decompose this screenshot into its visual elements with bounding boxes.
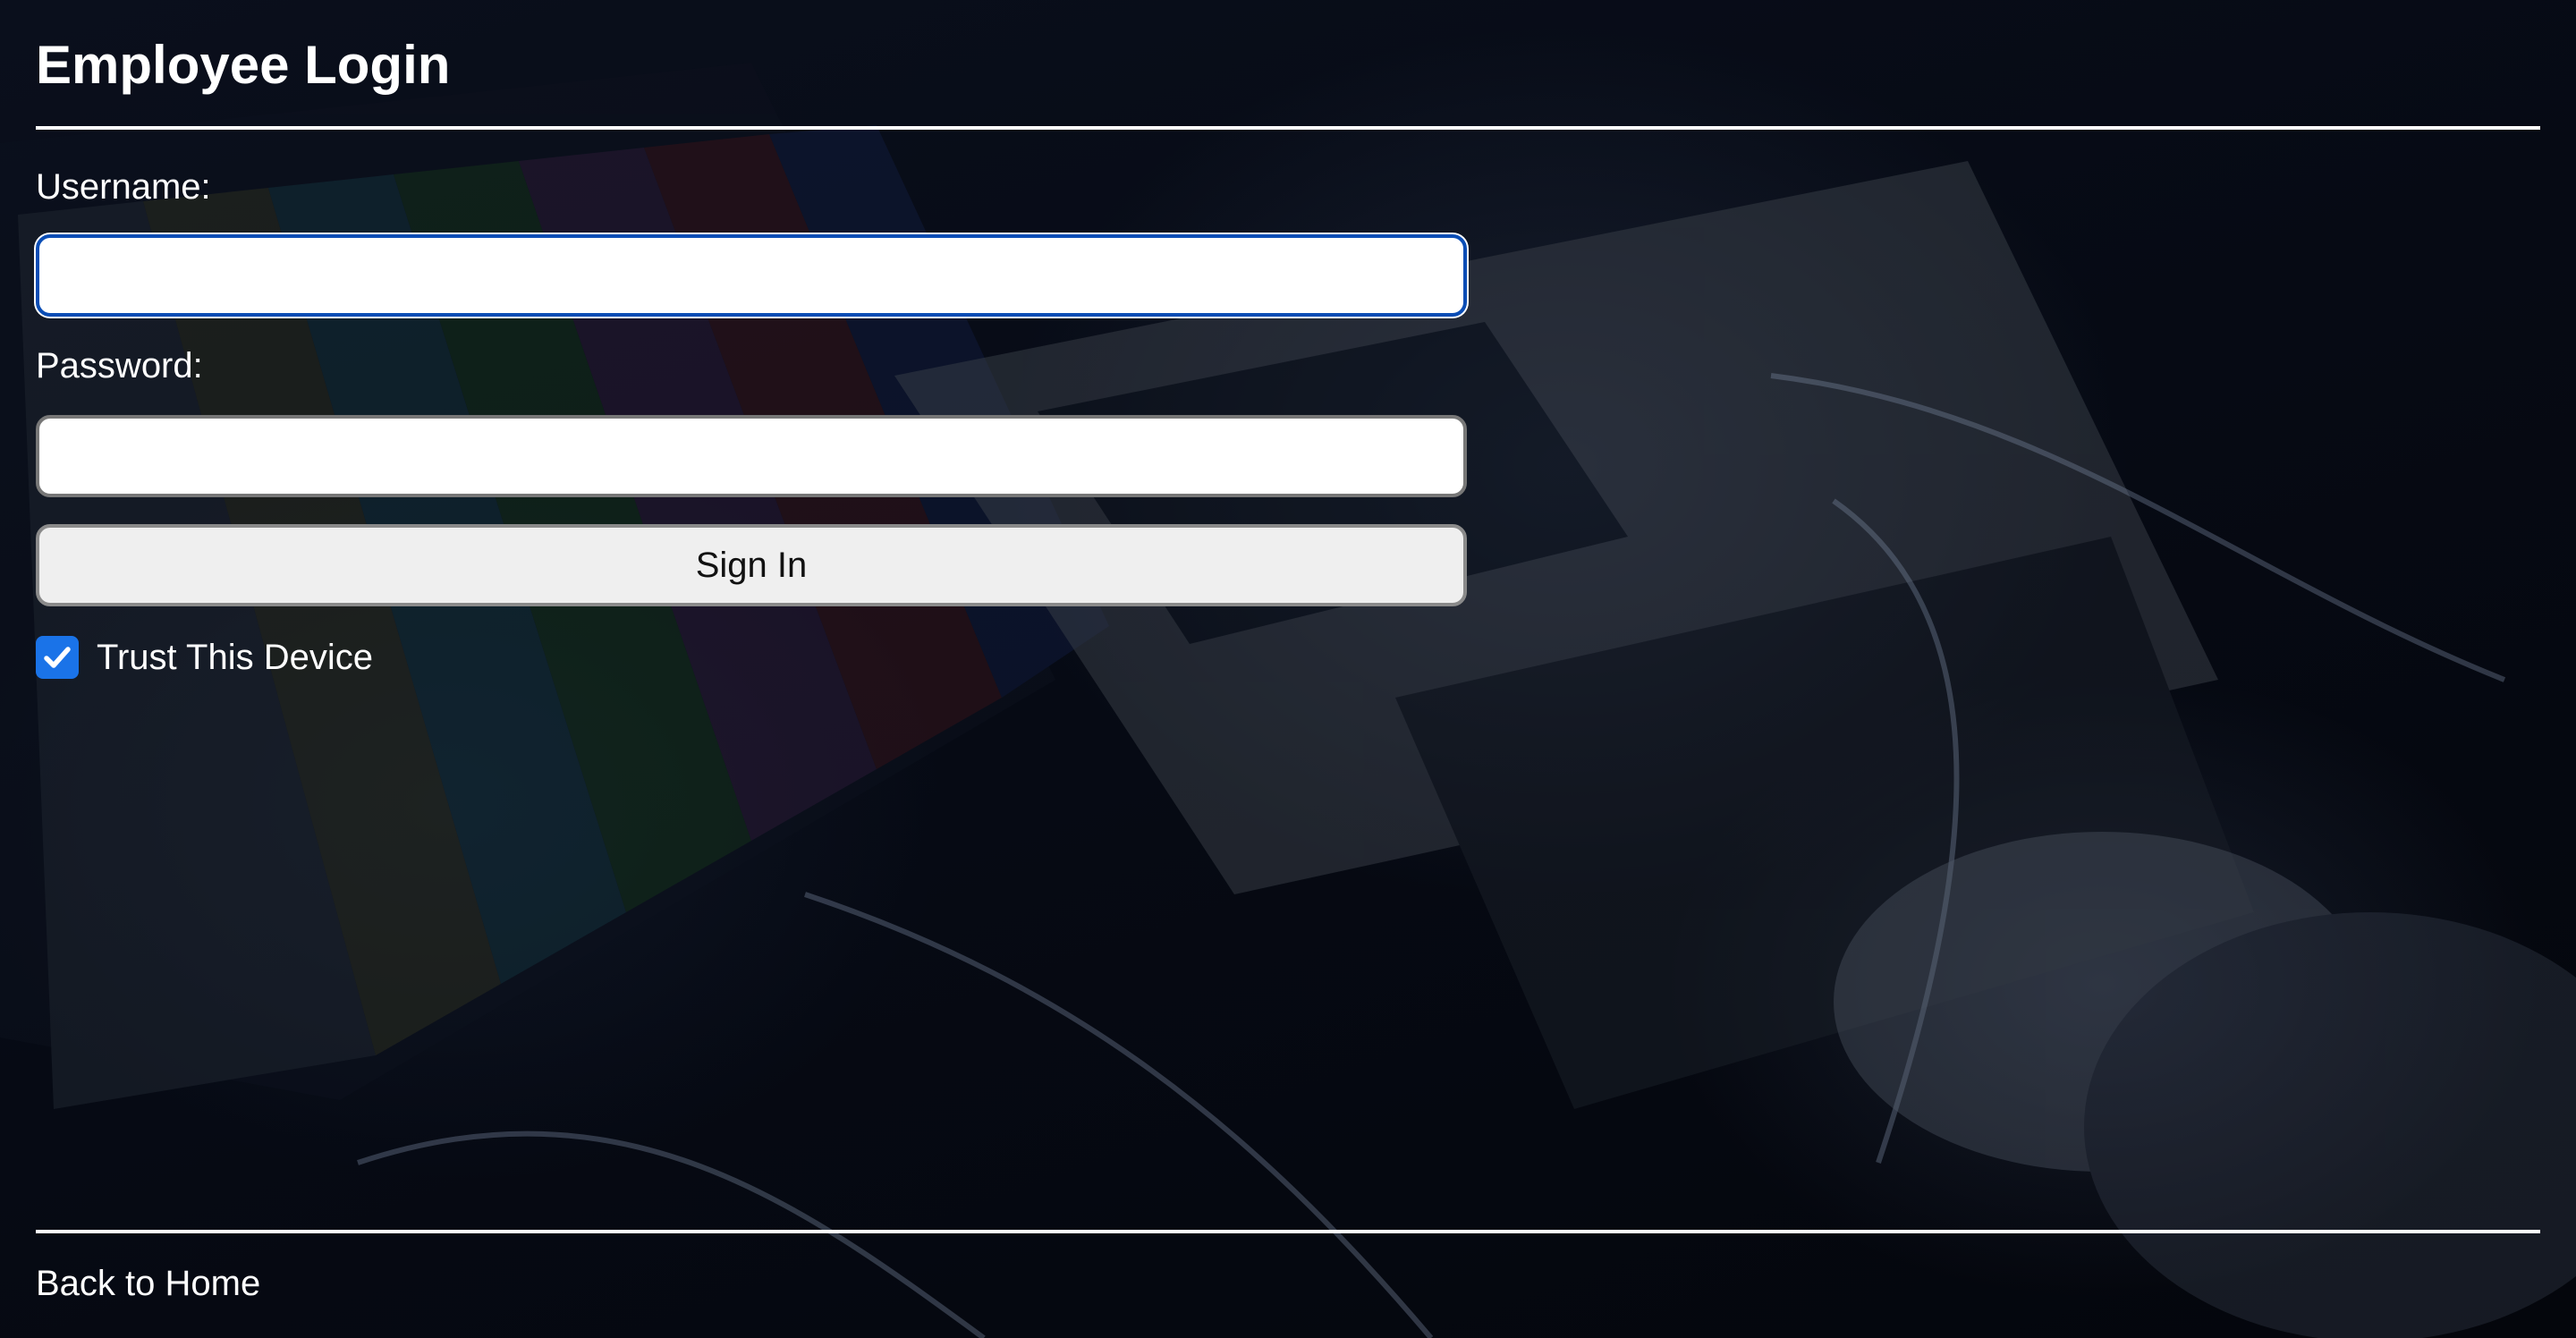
header-divider <box>36 126 2540 130</box>
password-label: Password: <box>36 346 203 385</box>
footer-divider <box>36 1230 2540 1233</box>
sign-in-button[interactable]: Sign In <box>36 524 1467 606</box>
username-label: Username: <box>36 167 211 207</box>
username-input[interactable] <box>36 234 1467 317</box>
trust-device-option[interactable]: Trust This Device <box>36 635 373 680</box>
back-to-home-link[interactable]: Back to Home <box>36 1263 260 1304</box>
page-title: Employee Login <box>36 35 451 95</box>
trust-device-label: Trust This Device <box>97 638 373 677</box>
login-page: Employee Login Username: Password: Sign … <box>36 0 2540 1338</box>
checkmark-icon <box>44 647 71 668</box>
trust-device-checkbox[interactable] <box>36 636 79 679</box>
password-input[interactable] <box>36 415 1467 497</box>
